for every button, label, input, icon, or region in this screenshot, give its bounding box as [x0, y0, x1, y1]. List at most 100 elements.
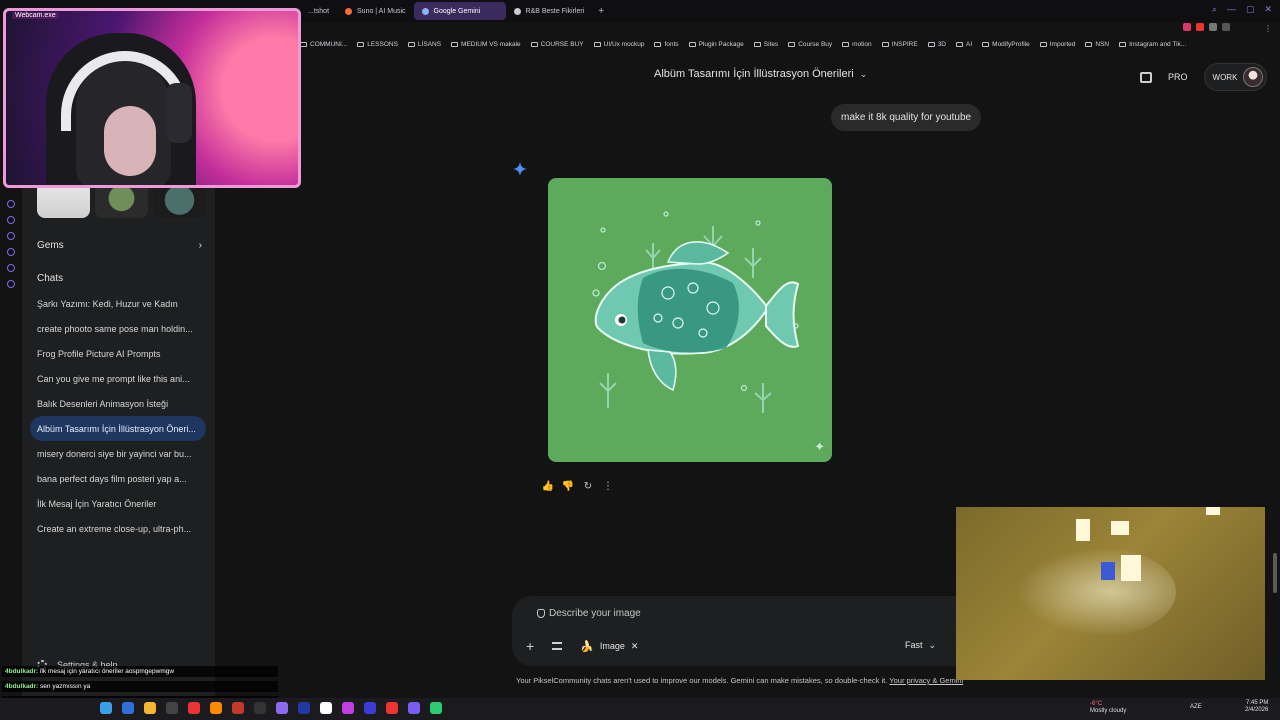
bookmark-item[interactable]: Plugin Package [688, 40, 744, 48]
webcam-overlay: Webcam.exe [3, 8, 301, 188]
bookmark-label: MEDIUM VS makale [461, 40, 521, 48]
gems-row[interactable]: Gems › [37, 240, 202, 251]
bookmark-item[interactable]: COMMUNI... [300, 41, 347, 48]
chat-item[interactable]: Frog Profile Picture AI Prompts [30, 341, 206, 366]
chat-item[interactable]: Balık Desenleri Animasyon İsteği [30, 391, 206, 416]
close-icon[interactable]: ✕ [631, 641, 639, 652]
youtube-icon[interactable] [1196, 23, 1204, 31]
app-icon[interactable] [408, 702, 420, 714]
bookmark-item[interactable]: Course Buy [788, 41, 832, 48]
prompt-input[interactable]: Describe your image [537, 608, 641, 619]
taskbar [0, 698, 1280, 720]
chat-item[interactable]: bana perfect days film posteri yap a... [30, 466, 206, 491]
history-icon[interactable] [7, 200, 15, 208]
bookmark-item[interactable]: Sites [753, 41, 778, 48]
close-icon[interactable]: ✕ [1264, 4, 1272, 15]
chat-item[interactable]: Create an extreme close-up, ultra-ph... [30, 516, 206, 541]
extension-icon[interactable] [1222, 23, 1230, 31]
chat-item[interactable]: Albüm Tasarımı İçin İllüstrasyon Öneri..… [30, 416, 206, 441]
thumbs-down-icon[interactable]: 👎 [562, 480, 574, 492]
gemini-icon [421, 7, 429, 15]
download-icon[interactable] [7, 248, 15, 256]
bookmark-item[interactable]: Imported [1039, 41, 1075, 48]
bookmark-item[interactable]: Instagram and Tik... [1119, 41, 1186, 48]
capcut-icon[interactable] [254, 702, 266, 714]
chats-heading: Chats [37, 273, 64, 284]
scrollbar[interactable] [1273, 553, 1277, 593]
app-icon[interactable] [276, 702, 288, 714]
clock-icon[interactable] [7, 232, 15, 240]
suno-icon [345, 7, 353, 15]
app-icon[interactable] [100, 702, 112, 714]
tab-google-gemini[interactable]: Google Gemini [413, 2, 506, 20]
opera-icon[interactable] [342, 702, 354, 714]
chat-list: Şarkı Yazımı: Kedi, Huzur ve Kadın create… [30, 291, 206, 541]
thumbs-up-icon[interactable]: 👍 [542, 480, 554, 492]
app-icon[interactable] [232, 702, 244, 714]
menu-icon[interactable]: ⋮ [1264, 24, 1274, 33]
add-icon[interactable]: + [526, 638, 534, 654]
chat-icon[interactable] [7, 264, 15, 272]
app-icon[interactable] [386, 702, 398, 714]
regenerate-icon[interactable]: ↻ [582, 480, 594, 492]
share-icon[interactable] [1140, 71, 1152, 83]
bookmark-item[interactable]: LİSANS [407, 40, 442, 48]
extension-icon[interactable] [1183, 23, 1191, 31]
bookmark-item[interactable]: INSPIRE [881, 41, 918, 48]
app-icon[interactable] [166, 702, 178, 714]
gear-icon[interactable] [7, 280, 15, 288]
bookmark-item[interactable]: ModifyProfile [982, 41, 1030, 48]
tools-icon[interactable] [552, 642, 563, 650]
folder-icon [530, 41, 538, 47]
account-switcher[interactable]: WORK [1203, 63, 1268, 91]
heart-icon[interactable] [7, 216, 15, 224]
app-icon[interactable] [430, 702, 442, 714]
chat-item[interactable]: İlk Mesaj İçin Yaratıcı Öneriler [30, 491, 206, 516]
illustrator-icon[interactable] [210, 702, 222, 714]
chat-item[interactable]: misery donerci siye bir yayinci var bu..… [30, 441, 206, 466]
bookmark-item[interactable]: UI/Ux mockup [593, 41, 644, 48]
conversation-title[interactable]: Albüm Tasarımı İçin İllüstrasyon Önerile… [654, 68, 867, 80]
chat-item[interactable]: Can you give me prompt like this ani... [30, 366, 206, 391]
bookmark-item[interactable]: fonts [654, 41, 679, 48]
tab-rnb[interactable]: R&B Beste Fikirleri [506, 2, 593, 20]
bookmark-item[interactable]: motion [842, 41, 872, 48]
bookmark-item[interactable]: MEDIUM VS makale [451, 41, 521, 48]
bookmark-item[interactable]: 3D [927, 41, 946, 48]
weather-widget[interactable]: -6°C Mostly cloudy [1090, 701, 1126, 715]
app-icon[interactable] [188, 702, 200, 714]
after-effects-icon[interactable] [298, 702, 310, 714]
bookmark-item[interactable]: NSN [1085, 41, 1109, 48]
avatar [1243, 67, 1264, 87]
bookmark-label: motion [852, 40, 872, 48]
new-tab-button[interactable]: + [592, 6, 610, 17]
bookmark-item[interactable]: AI [956, 41, 972, 48]
game-sprite [1121, 555, 1141, 581]
app-icon[interactable] [320, 702, 332, 714]
tray-language[interactable]: AZE [1190, 704, 1202, 710]
taskbar-apps [100, 702, 442, 714]
folder-icon[interactable] [144, 702, 156, 714]
edge-icon[interactable] [122, 702, 134, 714]
bookmark-label: AI [966, 40, 973, 48]
clock[interactable]: 7:45 PM 2/4/2026 [1245, 700, 1268, 714]
minimize-icon[interactable]: — [1227, 4, 1236, 15]
chat-item[interactable]: Şarkı Yazımı: Kedi, Huzur ve Kadın [30, 291, 206, 316]
app-icon[interactable] [364, 702, 376, 714]
extension-icon[interactable] [1209, 23, 1217, 31]
tab-suno[interactable]: Suno | AI Music [337, 2, 414, 20]
bookmark-label: LİSANS [417, 40, 442, 48]
image-tool-chip[interactable]: 🍌 Image ✕ [580, 640, 638, 653]
bookmark-item[interactable]: LESSONS [357, 41, 398, 48]
tab-screenshot[interactable]: ...tshot [300, 2, 337, 20]
model-mode-select[interactable]: Fast ⌄ [905, 640, 936, 651]
maximize-icon[interactable]: ▢ [1246, 4, 1255, 15]
bookmark-label: Plugin Package [698, 40, 744, 48]
game-sprite [1206, 507, 1220, 515]
bookmark-item[interactable]: COURSE BUY [530, 41, 584, 48]
search-icon[interactable]: ⌕ [1212, 4, 1217, 15]
privacy-link[interactable]: Your privacy & Gemini [889, 676, 963, 685]
more-options-icon[interactable]: ⋮ [602, 480, 614, 492]
chat-item[interactable]: create phooto same pose man holdin... [30, 316, 206, 341]
generated-image[interactable]: ✦ [548, 178, 832, 462]
